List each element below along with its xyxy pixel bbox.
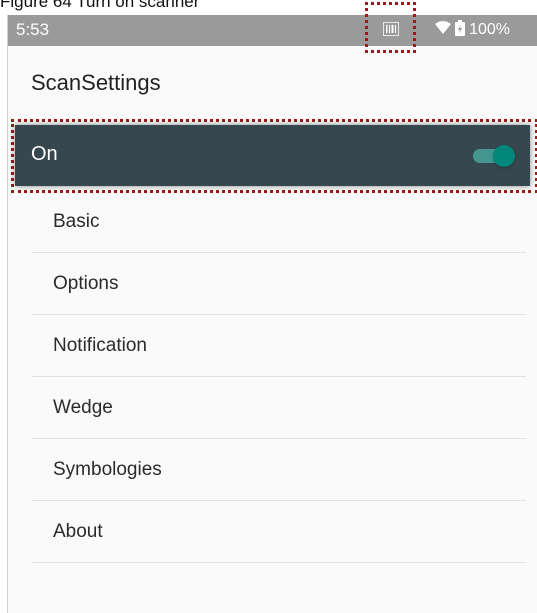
menu-item-label: Notification xyxy=(53,335,147,356)
menu-item-label: Options xyxy=(53,273,119,294)
scanner-master-toggle[interactable]: On xyxy=(15,125,530,186)
menu-item-options[interactable]: Options xyxy=(32,253,526,315)
switch-thumb xyxy=(493,145,515,167)
menu-item-label: Basic xyxy=(53,211,100,232)
menu-item-label: About xyxy=(53,521,103,542)
barcode-scanner-icon xyxy=(382,21,400,41)
battery-icon xyxy=(455,19,466,41)
settings-menu: Basic Options Notification Wedge Symbolo… xyxy=(32,191,526,563)
page-title: ScanSettings xyxy=(31,70,161,95)
figure-caption: Figure 64 Turn on scanner xyxy=(0,0,200,11)
status-icons: 100% xyxy=(435,19,510,41)
menu-item-basic[interactable]: Basic xyxy=(32,191,526,253)
wifi-icon xyxy=(435,20,452,40)
menu-item-label: Symbologies xyxy=(53,459,162,480)
battery-percentage: 100% xyxy=(469,21,510,38)
menu-item-label: Wedge xyxy=(53,397,113,418)
phone-screen: 5:53 100% ScanSettings On Basic Options … xyxy=(7,2,537,613)
status-bar: 5:53 100% xyxy=(8,15,537,46)
menu-item-symbologies[interactable]: Symbologies xyxy=(32,439,526,501)
status-time: 5:53 xyxy=(16,20,50,39)
menu-item-wedge[interactable]: Wedge xyxy=(32,377,526,439)
scanner-switch[interactable] xyxy=(473,145,515,167)
scanner-icon-highlight xyxy=(365,2,416,53)
menu-item-notification[interactable]: Notification xyxy=(32,315,526,377)
toggle-label: On xyxy=(31,143,58,165)
menu-item-about[interactable]: About xyxy=(32,501,526,563)
